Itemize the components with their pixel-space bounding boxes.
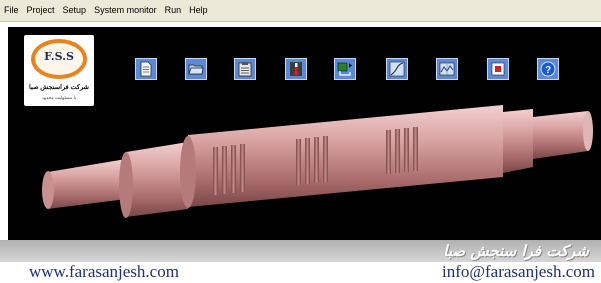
hardware-connect-icon: [337, 62, 352, 76]
report-button[interactable]: [234, 58, 256, 80]
company-logo: F.S.S شرکت فراسنجش صبا با مسئولیت محدود: [24, 35, 94, 106]
website-link[interactable]: www.farasanjesh.com: [29, 262, 179, 282]
menu-setup[interactable]: Setup: [59, 0, 91, 21]
footer-company-name: شرکت فرا سنجش صبا: [443, 242, 589, 260]
signal-monitor-icon: [439, 62, 455, 76]
menu-bar: File Project Setup System monitor Run He…: [0, 0, 601, 22]
footer: شرکت فرا سنجش صبا www.farasanjesh.com in…: [0, 240, 601, 283]
menu-project[interactable]: Project: [23, 0, 59, 21]
thermometer-icon: [290, 62, 302, 76]
clipboard-icon: [238, 62, 252, 77]
email-link[interactable]: info@farasanjesh.com: [442, 262, 595, 282]
footer-banner: شرکت فرا سنجش صبا: [0, 240, 601, 262]
curve-graph-icon: [389, 61, 405, 77]
connect-device-button[interactable]: [334, 58, 356, 80]
new-document-icon: [140, 61, 152, 77]
stop-button[interactable]: [487, 58, 509, 80]
stop-icon: [491, 62, 505, 76]
monitor-button[interactable]: [436, 58, 458, 80]
logo-initials: F.S.S: [44, 50, 74, 63]
help-icon: ?: [540, 61, 556, 77]
logo-tagline: با مسئولیت محدود: [41, 95, 77, 100]
temperature-button[interactable]: [285, 58, 307, 80]
open-folder-icon: [188, 64, 204, 75]
menu-run[interactable]: Run: [161, 0, 186, 21]
curve-button[interactable]: [386, 58, 408, 80]
menu-file[interactable]: File: [0, 0, 23, 21]
logo-company-name: شرکت فراسنجش صبا: [29, 84, 89, 91]
new-file-button[interactable]: [135, 58, 157, 80]
menu-help[interactable]: Help: [185, 0, 212, 21]
menu-system-monitor[interactable]: System monitor: [90, 0, 161, 21]
open-project-button[interactable]: [185, 58, 207, 80]
main-canvas: F.S.S شرکت فراسنجش صبا با مسئولیت محدود: [8, 27, 601, 240]
help-button[interactable]: ?: [537, 58, 559, 80]
svg-text:?: ?: [545, 65, 551, 76]
